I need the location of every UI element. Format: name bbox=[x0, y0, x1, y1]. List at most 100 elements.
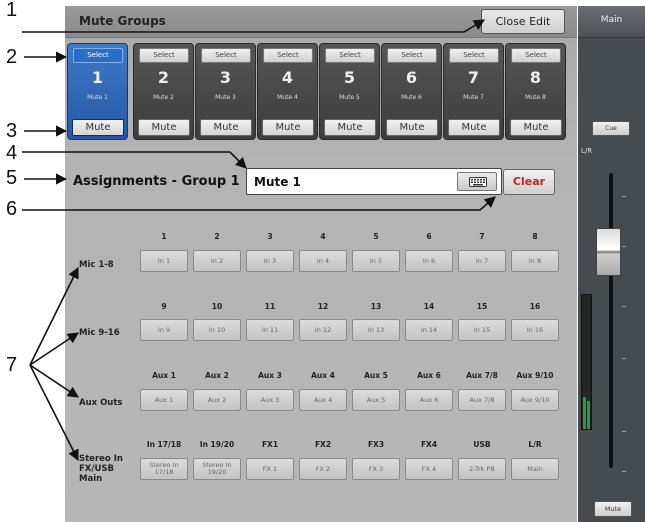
mute-group-1[interactable]: Select 1 Mute 1 Mute bbox=[67, 43, 128, 140]
column-head: FX1 bbox=[261, 440, 279, 449]
column-head: 2 bbox=[214, 232, 220, 241]
assign-cell[interactable]: Aux 1 bbox=[140, 389, 188, 411]
group-name: Mute 5 bbox=[339, 94, 360, 101]
column-head: 7 bbox=[479, 232, 485, 241]
group-select-button[interactable]: Select bbox=[201, 48, 251, 63]
callout-7: 7 bbox=[6, 354, 18, 376]
fader-tick bbox=[622, 358, 626, 359]
assign-cell[interactable]: Aux 4 bbox=[299, 389, 347, 411]
group-mute-button[interactable]: Mute bbox=[72, 119, 124, 136]
group-number: 8 bbox=[529, 68, 542, 87]
fader-knob[interactable] bbox=[596, 228, 621, 276]
group-select-button[interactable]: Select bbox=[139, 48, 189, 63]
callout-1: 1 bbox=[6, 0, 18, 21]
assign-cell[interactable]: Stereo In 19/20 bbox=[193, 458, 241, 480]
assign-cell[interactable]: Aux 3 bbox=[246, 389, 294, 411]
group-mute-button[interactable]: Mute bbox=[448, 119, 500, 136]
column-head: 12 bbox=[317, 302, 329, 311]
assign-cell[interactable]: In 12 bbox=[299, 319, 347, 341]
group-select-button[interactable]: Select bbox=[387, 48, 437, 63]
group-number: 3 bbox=[219, 68, 232, 87]
fader-track[interactable] bbox=[609, 173, 613, 468]
assign-cell[interactable]: In 2 bbox=[193, 250, 241, 272]
assign-cell[interactable]: In 7 bbox=[458, 250, 506, 272]
clear-button[interactable]: Clear bbox=[503, 169, 555, 195]
assign-cell[interactable]: Aux 5 bbox=[352, 389, 400, 411]
mute-group-3[interactable]: Select 3 Mute 3 Mute bbox=[195, 43, 256, 140]
assignments-label: Assignments - Group 1 bbox=[73, 174, 240, 189]
assign-cell[interactable]: Aux 7/8 bbox=[458, 389, 506, 411]
column-head: In 17/18 bbox=[146, 440, 182, 449]
mute-group-6[interactable]: Select 6 Mute 6 Mute bbox=[381, 43, 442, 140]
column-head: Aux 3 bbox=[258, 371, 282, 380]
assign-cell[interactable]: Aux 9/10 bbox=[511, 389, 559, 411]
keyboard-button[interactable] bbox=[457, 172, 497, 191]
meter-left-level bbox=[583, 397, 586, 429]
assign-cell[interactable]: FX 4 bbox=[405, 458, 453, 480]
assign-cell[interactable]: In 9 bbox=[140, 319, 188, 341]
assign-cell[interactable]: Main bbox=[511, 458, 559, 480]
column-head: L/R bbox=[528, 440, 542, 449]
group-mute-button[interactable]: Mute bbox=[386, 119, 438, 136]
assign-cell[interactable]: 2-Trk PB bbox=[458, 458, 506, 480]
mute-group-7[interactable]: Select 7 Mute 7 Mute bbox=[443, 43, 504, 140]
column-head: 9 bbox=[161, 302, 167, 311]
assign-cell[interactable]: In 13 bbox=[352, 319, 400, 341]
assign-cell[interactable]: FX 2 bbox=[299, 458, 347, 480]
row-label: Stereo In FX/USB Main bbox=[79, 454, 123, 484]
main-channel-strip: Main Cue L/R Mute bbox=[578, 6, 645, 522]
group-mute-button[interactable]: Mute bbox=[262, 119, 314, 136]
manual-figure: 1 2 3 4 5 6 7 Mute Groups Close Edit Sel… bbox=[0, 0, 645, 522]
group-mute-button[interactable]: Mute bbox=[510, 119, 562, 136]
assign-cell[interactable]: In 5 bbox=[352, 250, 400, 272]
strip-mute-button[interactable]: Mute bbox=[594, 501, 632, 517]
assign-cell[interactable]: Aux 2 bbox=[193, 389, 241, 411]
group-mute-button[interactable]: Mute bbox=[138, 119, 190, 136]
column-head: FX2 bbox=[314, 440, 332, 449]
assign-cell[interactable]: In 6 bbox=[405, 250, 453, 272]
assign-cell[interactable]: In 8 bbox=[511, 250, 559, 272]
column-head: 8 bbox=[532, 232, 538, 241]
group-name-field[interactable]: Mute 1 bbox=[246, 168, 502, 195]
group-name: Mute 6 bbox=[401, 94, 422, 101]
mute-group-2[interactable]: Select 2 Mute 2 Mute bbox=[133, 43, 194, 140]
column-head: Aux 1 bbox=[152, 371, 176, 380]
assign-cell[interactable]: In 11 bbox=[246, 319, 294, 341]
column-head: Aux 2 bbox=[205, 371, 229, 380]
strip-header: Main bbox=[578, 6, 645, 38]
column-head: 13 bbox=[370, 302, 382, 311]
group-select-button[interactable]: Select bbox=[449, 48, 499, 63]
group-number: 2 bbox=[157, 68, 170, 87]
group-name: Mute 7 bbox=[463, 94, 484, 101]
cue-button[interactable]: Cue bbox=[592, 121, 630, 136]
column-head: In 19/20 bbox=[199, 440, 235, 449]
assign-cell[interactable]: In 1 bbox=[140, 250, 188, 272]
mute-group-4[interactable]: Select 4 Mute 4 Mute bbox=[257, 43, 318, 140]
group-select-button[interactable]: Select bbox=[73, 48, 123, 63]
panel-title-bar: Mute Groups Close Edit bbox=[65, 6, 577, 38]
assign-cell[interactable]: Stereo In 17/18 bbox=[140, 458, 188, 480]
assign-cell[interactable]: In 3 bbox=[246, 250, 294, 272]
fader-tick bbox=[622, 471, 626, 472]
assign-cell[interactable]: Aux 6 bbox=[405, 389, 453, 411]
assign-cell[interactable]: FX 1 bbox=[246, 458, 294, 480]
group-select-button[interactable]: Select bbox=[511, 48, 561, 63]
callout-3: 3 bbox=[6, 120, 18, 142]
group-mute-button[interactable]: Mute bbox=[200, 119, 252, 136]
assign-cell[interactable]: In 16 bbox=[511, 319, 559, 341]
assign-cell[interactable]: In 14 bbox=[405, 319, 453, 341]
callout-4: 4 bbox=[6, 142, 18, 164]
assign-cell[interactable]: In 15 bbox=[458, 319, 506, 341]
column-head: 16 bbox=[529, 302, 541, 311]
assign-cell[interactable]: In 4 bbox=[299, 250, 347, 272]
assign-cell[interactable]: In 10 bbox=[193, 319, 241, 341]
assign-cell[interactable]: FX 3 bbox=[352, 458, 400, 480]
group-select-button[interactable]: Select bbox=[263, 48, 313, 63]
group-name: Mute 1 bbox=[87, 94, 108, 101]
group-mute-button[interactable]: Mute bbox=[324, 119, 376, 136]
group-select-button[interactable]: Select bbox=[325, 48, 375, 63]
mute-group-5[interactable]: Select 5 Mute 5 Mute bbox=[319, 43, 380, 140]
mute-group-8[interactable]: Select 8 Mute 8 Mute bbox=[505, 43, 566, 140]
column-head: 15 bbox=[476, 302, 488, 311]
close-edit-button[interactable]: Close Edit bbox=[481, 9, 565, 34]
